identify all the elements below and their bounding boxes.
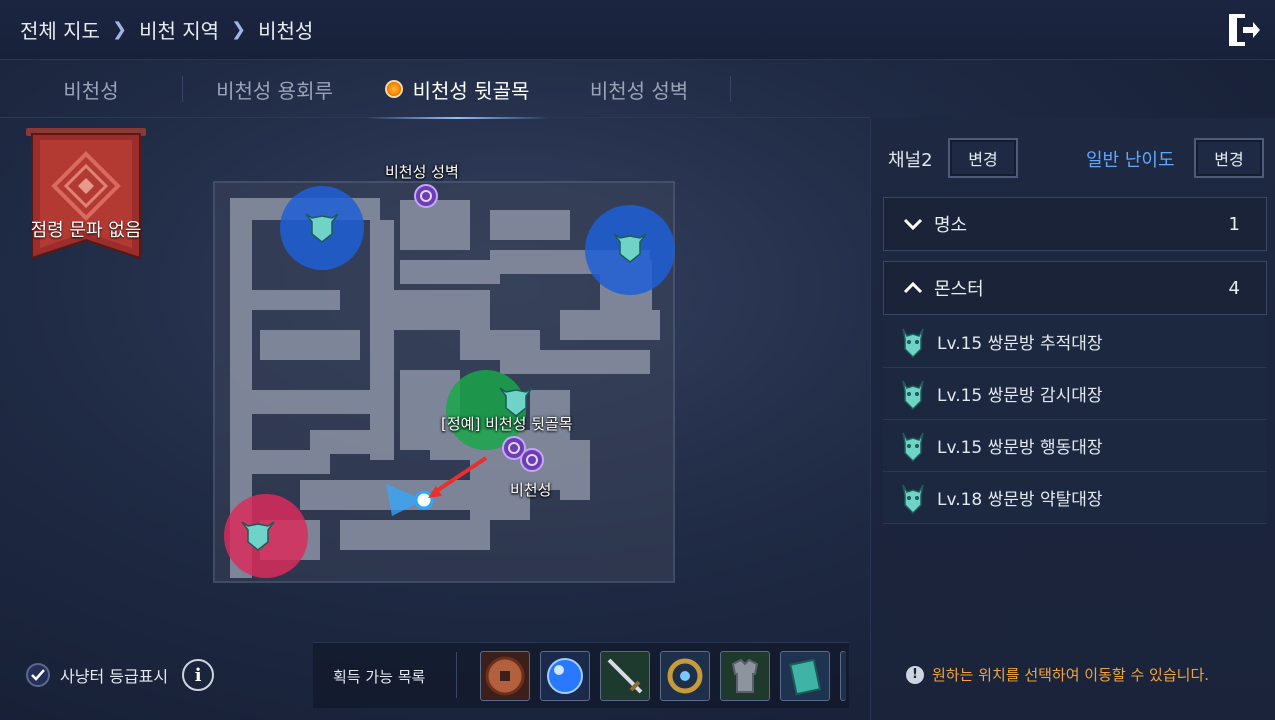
monster-row[interactable]: Lv.15 쌍문방 행동대장 <box>883 420 1267 472</box>
map-label-elite[interactable]: [정예] 비천성 뒷골목 <box>441 413 573 434</box>
breadcrumb: 전체 지도 ❯ 비천 지역 ❯ 비천성 <box>20 0 313 58</box>
info-icon[interactable]: i <box>182 659 215 691</box>
tab-bar: 비천성 비천성 용회루 비천성 뒷골목 비천성 성벽 <box>0 60 870 119</box>
tab-castle-wall[interactable]: 비천성 성벽 <box>548 60 730 118</box>
armor-item-icon[interactable] <box>720 651 770 701</box>
tab-label: 비천성 <box>63 78 119 103</box>
chevron-down-icon <box>903 218 923 231</box>
monster-icon <box>902 484 924 514</box>
tab-label: 비천성 성벽 <box>589 78 689 103</box>
map-label-castle-wall[interactable]: 비천성 성벽 <box>385 161 459 182</box>
channel-label: 채널2 <box>888 150 933 171</box>
monster-name: Lv.15 쌍문방 행동대장 <box>937 438 1103 458</box>
tab-divider <box>182 76 183 102</box>
notice-text: 원하는 위치를 선택하여 이동할 수 있습니다. <box>932 666 1210 684</box>
section-label: 명소 <box>934 215 968 236</box>
notice: ! 원하는 위치를 선택하여 이동할 수 있습니다. <box>906 664 1209 685</box>
monster-row[interactable]: Lv.18 쌍문방 약탈대장 <box>883 472 1267 524</box>
divider <box>456 652 457 698</box>
breadcrumb-item-region[interactable]: 비천 지역 <box>139 15 219 44</box>
tab-label: 비천성 용회루 <box>216 78 333 103</box>
monster-row[interactable]: Lv.15 쌍문방 추적대장 <box>883 316 1267 368</box>
chevron-right-icon: ❯ <box>231 18 247 40</box>
portal-icon[interactable] <box>414 184 438 208</box>
chevron-right-icon: ❯ <box>111 18 128 40</box>
section-monsters[interactable]: 몬스터 4 <box>883 261 1267 315</box>
obtainable-items-label: 획득 가능 목록 <box>333 668 426 686</box>
player-marker-icon <box>414 490 434 510</box>
map-label-bicheonseong[interactable]: 비천성 <box>510 479 551 500</box>
hunt-grade-toggle[interactable]: 사냥터 등급표시 i <box>26 659 215 691</box>
section-landmarks[interactable]: 명소 1 <box>883 197 1267 251</box>
tab-yonghoeru[interactable]: 비천성 용회루 <box>183 60 366 118</box>
breadcrumb-item-current: 비천성 <box>258 18 314 43</box>
checkbox[interactable] <box>26 663 50 687</box>
tab-back-alley[interactable]: 비천성 뒷골목 <box>366 60 548 119</box>
area-map[interactable] <box>200 150 700 590</box>
section-count: 4 <box>1228 277 1240 299</box>
monster-name: Lv.18 쌍문방 약탈대장 <box>937 490 1103 510</box>
change-channel-button[interactable]: 변경 <box>948 138 1018 178</box>
monster-name: Lv.15 쌍문방 추적대장 <box>937 334 1103 354</box>
check-icon <box>31 669 45 681</box>
monster-name: Lv.15 쌍문방 감시대장 <box>937 386 1103 406</box>
hunt-grade-label: 사냥터 등급표시 <box>60 667 169 686</box>
dragon-ring-item-icon[interactable] <box>660 651 710 701</box>
monster-icon <box>902 328 924 358</box>
sword-item-icon[interactable] <box>600 651 650 701</box>
occupying-guild-label: 점령 문파 없음 <box>30 220 142 241</box>
monster-icon <box>902 380 924 410</box>
monster-icon <box>902 432 924 462</box>
guild-banner-icon <box>26 128 146 260</box>
tab-label: 비천성 뒷골목 <box>412 78 530 103</box>
chevron-up-icon <box>903 281 923 294</box>
difficulty-label: 일반 난이도 <box>1086 150 1175 171</box>
coin-item-icon[interactable] <box>480 651 530 701</box>
change-difficulty-button[interactable]: 변경 <box>1194 138 1264 178</box>
blue-orb-item-icon[interactable] <box>540 651 590 701</box>
breadcrumb-item-world[interactable]: 전체 지도 <box>20 15 100 44</box>
exit-icon[interactable] <box>1227 12 1261 48</box>
monster-row[interactable]: Lv.15 쌍문방 감시대장 <box>883 368 1267 420</box>
current-location-icon <box>384 80 403 98</box>
tab-divider <box>730 76 731 102</box>
exclamation-icon: ! <box>906 665 924 684</box>
section-count: 1 <box>1228 213 1240 235</box>
header: 전체 지도 ❯ 비천 지역 ❯ 비천성 <box>0 0 1275 60</box>
book-item-icon[interactable] <box>780 651 830 701</box>
tab-bicheonseong[interactable]: 비천성 <box>0 60 182 118</box>
item-slot-partial <box>840 651 846 701</box>
section-label: 몬스터 <box>934 279 984 300</box>
